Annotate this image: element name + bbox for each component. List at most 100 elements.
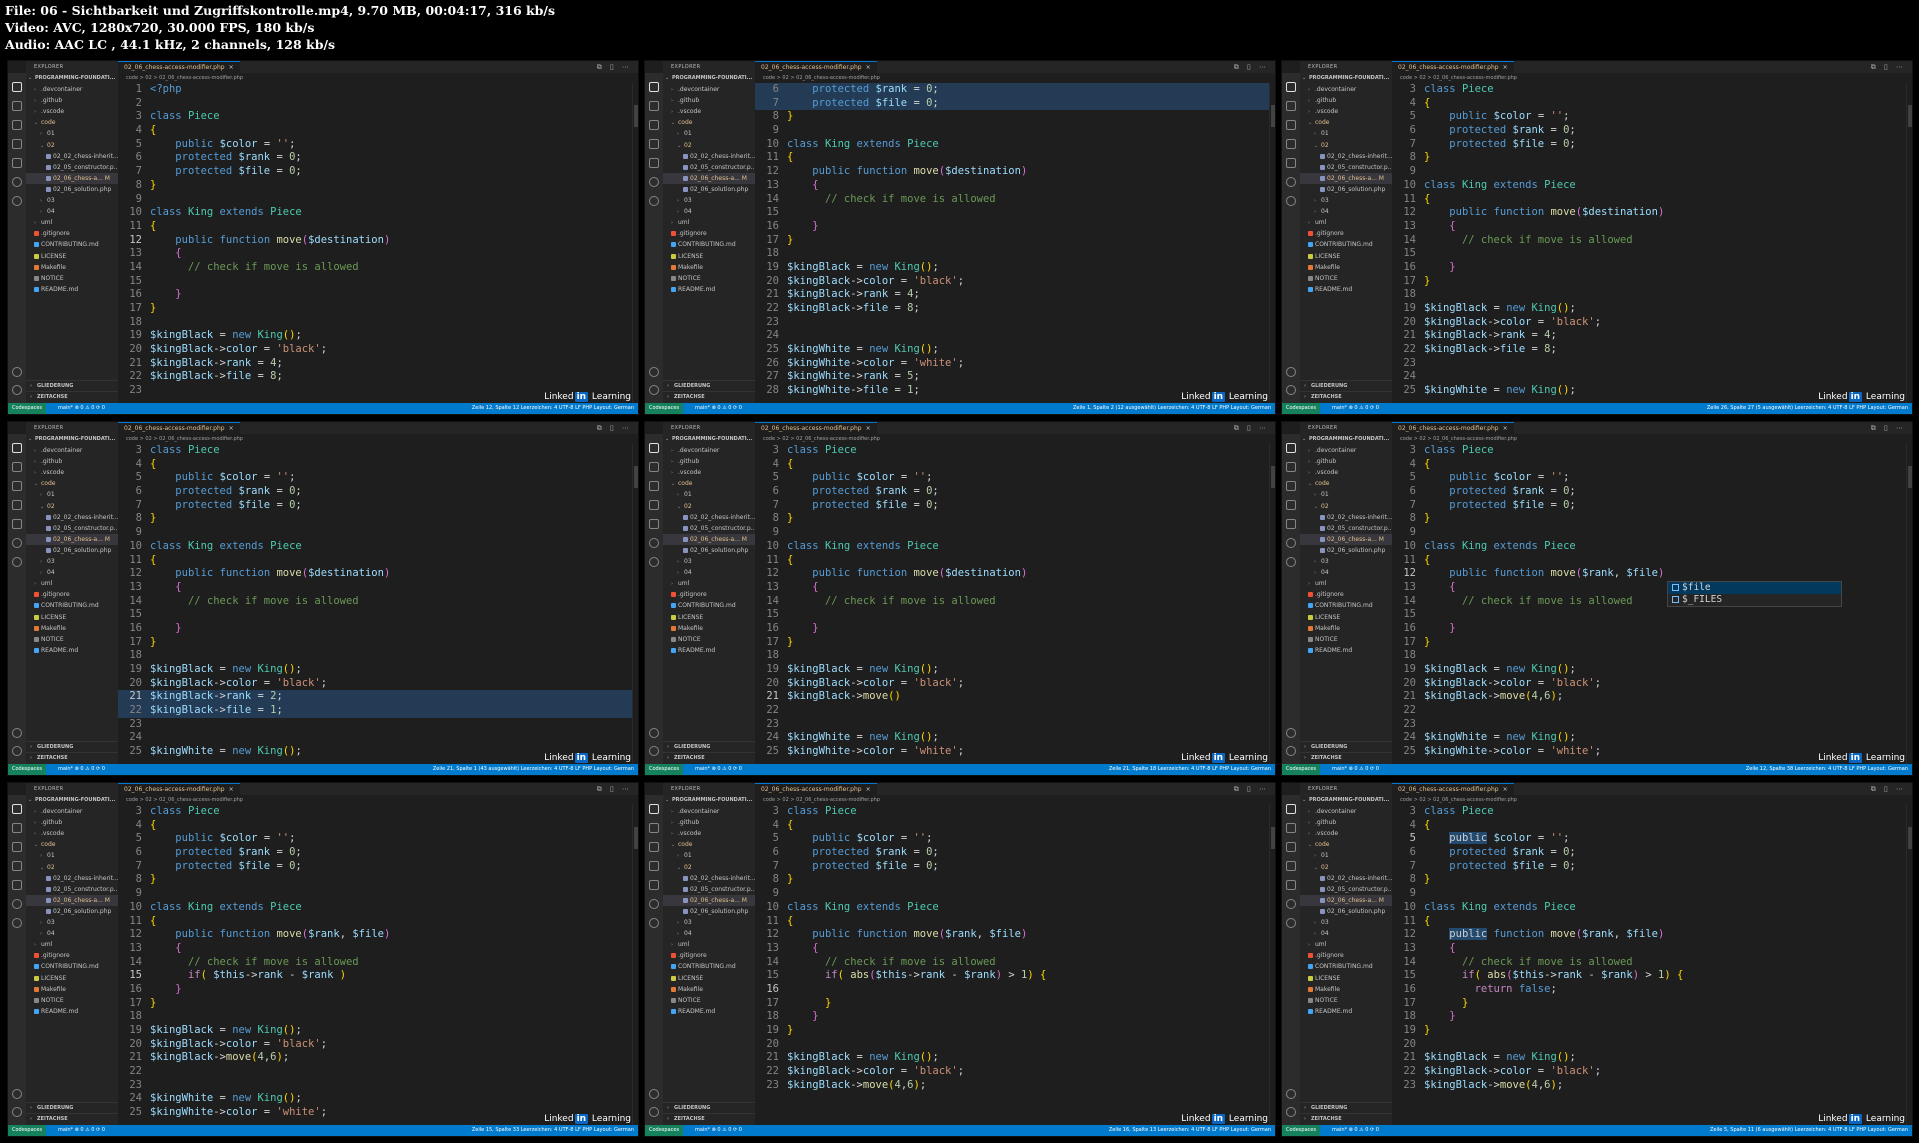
- explorer-item[interactable]: 02_02_chess-inherit...: [663, 512, 755, 523]
- explorer-item[interactable]: ⌄ code: [663, 478, 755, 489]
- editor-actions[interactable]: ⧉ ▯ ⋯: [1234, 61, 1269, 73]
- branch-status[interactable]: main* ⊗ 0 ⚠ 0 ⟳ 0: [1332, 1125, 1379, 1136]
- explorer-item[interactable]: NOTICE: [1300, 634, 1392, 645]
- explorer-item[interactable]: CONTRIBUTING.md: [1300, 961, 1392, 972]
- breadcrumb[interactable]: code > 02 > 02_06_chess-access-modifier.…: [118, 73, 638, 83]
- explorer-icon[interactable]: [12, 804, 22, 814]
- settings-gear-icon[interactable]: [649, 385, 659, 395]
- account-icon[interactable]: [12, 367, 22, 377]
- editor-actions[interactable]: ⧉ ▯ ⋯: [1234, 422, 1269, 434]
- editor-tab[interactable]: 02_06_chess-access-modifier.php ×: [118, 422, 240, 434]
- cursor-position[interactable]: Zeile 12, Spalte 12 Leerzeichen: 4 UTF-8…: [472, 403, 634, 414]
- timeline-section[interactable]: › ZEITACHSE: [26, 390, 118, 402]
- remote-explorer-icon[interactable]: [12, 177, 22, 187]
- explorer-icon[interactable]: [649, 804, 659, 814]
- run-debug-icon[interactable]: [1286, 861, 1296, 871]
- explorer-item[interactable]: Makefile: [26, 623, 118, 634]
- explorer-item[interactable]: 02_06_chess-a... M: [1300, 172, 1392, 184]
- cursor-position[interactable]: Zeile 21, Spalte 1 (43 ausgewählt) Leerz…: [433, 764, 634, 775]
- explorer-item[interactable]: Makefile: [663, 984, 755, 995]
- code-editor[interactable]: 3 class Piece 4{5 public $color = ''; 6 pro…: [118, 805, 632, 1125]
- explorer-item[interactable]: ⌄ PROGRAMMING-FOUNDATI...: [1300, 434, 1392, 445]
- explorer-item[interactable]: LICENSE: [663, 612, 755, 623]
- remote-explorer-icon[interactable]: [1286, 538, 1296, 548]
- source-control-icon[interactable]: [649, 120, 659, 130]
- vertical-scrollbar[interactable]: [1906, 444, 1912, 764]
- remote-indicator[interactable]: Codespaces: [645, 403, 684, 414]
- branch-status[interactable]: main* ⊗ 0 ⚠ 0 ⟳ 0: [695, 1125, 742, 1136]
- docker-icon[interactable]: [649, 918, 659, 928]
- explorer-item[interactable]: .gitignore: [663, 228, 755, 239]
- explorer-item[interactable]: › 01: [1300, 128, 1392, 139]
- explorer-icon[interactable]: [649, 82, 659, 92]
- extensions-icon[interactable]: [12, 158, 22, 168]
- explorer-item[interactable]: 02_06_chess-a... M: [1300, 533, 1392, 545]
- account-icon[interactable]: [12, 1089, 22, 1099]
- explorer-icon[interactable]: [12, 82, 22, 92]
- explorer-item[interactable]: LICENSE: [1300, 612, 1392, 623]
- explorer-item[interactable]: ⌄ 02: [26, 862, 118, 873]
- explorer-item[interactable]: 02_02_chess-inherit...: [26, 512, 118, 523]
- explorer-item[interactable]: › .vscode: [26, 106, 118, 117]
- explorer-item[interactable]: › .vscode: [26, 828, 118, 839]
- search-icon[interactable]: [12, 101, 22, 111]
- close-icon[interactable]: ×: [229, 786, 234, 793]
- explorer-item[interactable]: 02_06_solution.php: [1300, 906, 1392, 917]
- scrollbar-thumb[interactable]: [1271, 827, 1275, 849]
- timeline-section[interactable]: › ZEITACHSE: [26, 751, 118, 763]
- explorer-item[interactable]: › uml: [1300, 578, 1392, 589]
- explorer-item[interactable]: LICENSE: [663, 251, 755, 262]
- code-editor[interactable]: 3 class Piece 4{5 public $color = ''; 6 pro…: [755, 444, 1269, 764]
- code-editor[interactable]: 1 <?php 2 3 class Piece 4{5 public $color = '…: [118, 83, 632, 403]
- breadcrumb[interactable]: code > 02 > 02_06_chess-access-modifier.…: [118, 434, 638, 444]
- breadcrumb[interactable]: code > 02 > 02_06_chess-access-modifier.…: [755, 73, 1275, 83]
- vertical-scrollbar[interactable]: [632, 83, 638, 403]
- explorer-icon[interactable]: [1286, 82, 1296, 92]
- explorer-item[interactable]: ⌄ 02: [1300, 140, 1392, 151]
- extensions-icon[interactable]: [649, 158, 659, 168]
- explorer-icon[interactable]: [1286, 443, 1296, 453]
- scrollbar-thumb[interactable]: [1271, 466, 1275, 488]
- explorer-item[interactable]: NOTICE: [663, 273, 755, 284]
- explorer-item[interactable]: 02_05_constructor.p...: [663, 884, 755, 895]
- settings-gear-icon[interactable]: [1286, 385, 1296, 395]
- explorer-item[interactable]: 02_02_chess-inherit...: [663, 873, 755, 884]
- explorer-item[interactable]: › .devcontainer: [1300, 84, 1392, 95]
- explorer-item[interactable]: 02_02_chess-inherit...: [1300, 151, 1392, 162]
- explorer-item[interactable]: .gitignore: [663, 589, 755, 600]
- explorer-item[interactable]: 02_05_constructor.p...: [663, 162, 755, 173]
- editor-tab[interactable]: 02_06_chess-access-modifier.php ×: [755, 783, 877, 795]
- code-editor[interactable]: 3 class Piece 4{5 public $color = ''; 6 pro…: [118, 444, 632, 764]
- outline-section[interactable]: › GLIEDERUNG: [26, 379, 118, 391]
- explorer-item[interactable]: › .vscode: [1300, 828, 1392, 839]
- explorer-item[interactable]: NOTICE: [26, 273, 118, 284]
- source-control-icon[interactable]: [649, 481, 659, 491]
- close-icon[interactable]: ×: [1503, 64, 1508, 71]
- explorer-item[interactable]: README.md: [663, 645, 755, 656]
- run-debug-icon[interactable]: [649, 139, 659, 149]
- breadcrumb[interactable]: code > 02 > 02_06_chess-access-modifier.…: [1392, 795, 1912, 805]
- explorer-item[interactable]: ⌄ PROGRAMMING-FOUNDATI...: [26, 73, 118, 84]
- explorer-item[interactable]: › .devcontainer: [663, 84, 755, 95]
- source-control-icon[interactable]: [12, 481, 22, 491]
- explorer-item[interactable]: 02_05_constructor.p...: [1300, 523, 1392, 534]
- explorer-item[interactable]: ⌄ code: [1300, 117, 1392, 128]
- explorer-item[interactable]: › 01: [663, 489, 755, 500]
- explorer-item[interactable]: › uml: [663, 939, 755, 950]
- search-icon[interactable]: [1286, 462, 1296, 472]
- timeline-section[interactable]: › ZEITACHSE: [1300, 1112, 1392, 1124]
- remote-indicator[interactable]: Codespaces: [8, 764, 47, 775]
- explorer-item[interactable]: CONTRIBUTING.md: [26, 600, 118, 611]
- vertical-scrollbar[interactable]: [632, 444, 638, 764]
- timeline-section[interactable]: › ZEITACHSE: [663, 1112, 755, 1124]
- editor-tab[interactable]: 02_06_chess-access-modifier.php ×: [1392, 783, 1514, 795]
- explorer-item[interactable]: .gitignore: [1300, 950, 1392, 961]
- explorer-item[interactable]: README.md: [1300, 1006, 1392, 1017]
- docker-icon[interactable]: [12, 557, 22, 567]
- settings-gear-icon[interactable]: [12, 746, 22, 756]
- vertical-scrollbar[interactable]: [1269, 444, 1275, 764]
- timeline-section[interactable]: › ZEITACHSE: [663, 390, 755, 402]
- close-icon[interactable]: ×: [1503, 425, 1508, 432]
- explorer-item[interactable]: CONTRIBUTING.md: [663, 961, 755, 972]
- run-debug-icon[interactable]: [12, 500, 22, 510]
